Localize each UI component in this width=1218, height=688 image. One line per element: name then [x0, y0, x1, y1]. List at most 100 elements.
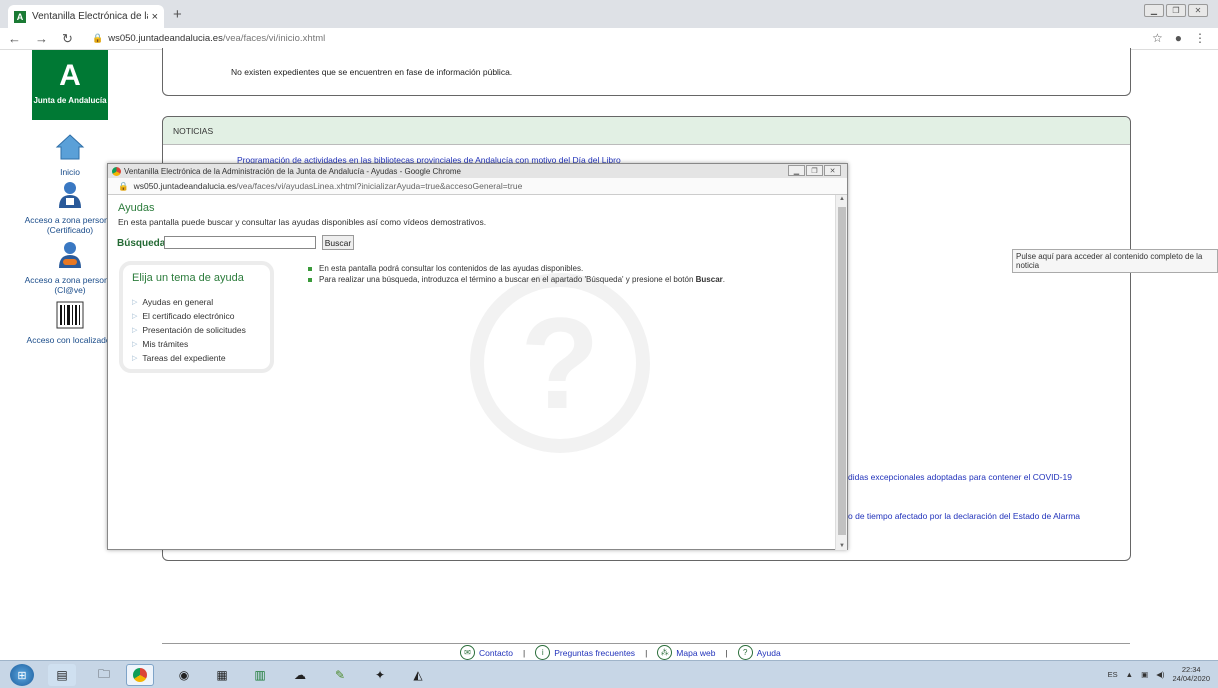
star-icon[interactable]: ☆: [1152, 31, 1163, 45]
help-topics-list: ▷ Ayudas en general ▷ El certificado elect…: [132, 295, 246, 365]
language-indicator[interactable]: ES: [1108, 670, 1118, 679]
forward-icon[interactable]: →: [35, 31, 48, 47]
triangle-right-icon: ▷: [132, 299, 138, 306]
footer-contacto[interactable]: ✉ Contacto: [460, 645, 513, 660]
scrollbar-thumb[interactable]: [838, 207, 846, 535]
taskbar-folder-icon[interactable]: 🗀: [90, 664, 118, 686]
topic-label: Tareas del expediente: [142, 353, 226, 363]
question-icon: ?: [737, 645, 753, 660]
list-item[interactable]: ▷ El certificado electrónico: [132, 309, 246, 323]
new-tab-button[interactable]: +: [173, 6, 182, 23]
taskbar-writer-icon[interactable]: ▦: [208, 664, 236, 686]
instruction-bold: Buscar: [695, 275, 723, 284]
instruction-end: .: [722, 275, 725, 284]
news-link-3[interactable]: o de tiempo afectado por la declaración …: [848, 511, 1080, 521]
footer-link-label: Mapa web: [676, 647, 716, 658]
sidebar-item-label: Acceso a zona personal (Certificado): [24, 215, 116, 235]
sidebar-item-certificado[interactable]: Acceso a zona personal (Certificado): [22, 180, 118, 235]
list-item[interactable]: ▷ Ayudas en general: [132, 295, 246, 309]
public-info-panel: No existen expedientes que se encuentren…: [162, 48, 1131, 96]
user-certificate-icon: [59, 182, 81, 208]
account-icon[interactable]: ●: [1175, 31, 1182, 45]
popup-url-path: /vea/faces/vi/ayudasLinea.xhtml?iniciali…: [236, 181, 523, 191]
bullet-icon: [308, 266, 312, 271]
popup-url-host: ws050.juntadeandalucia.es: [133, 181, 237, 191]
news-link-2[interactable]: didas excepcionales adoptadas para conte…: [848, 472, 1072, 482]
restore-icon[interactable]: ❐: [1166, 4, 1186, 17]
sitemap-icon: ⁂: [657, 645, 673, 660]
topic-label: Presentación de solicitudes: [142, 325, 246, 335]
clock[interactable]: 22:34 24/04/2020: [1172, 665, 1210, 683]
close-window-icon[interactable]: ✕: [824, 165, 841, 176]
instruction-text: En esta pantalla podrá consultar los con…: [319, 264, 584, 273]
popup-url-bar: 🔒 ws050.juntadeandalucia.es/vea/faces/vi…: [108, 178, 847, 195]
sidebar-item-clave[interactable]: Acceso a zona personal (Cl@ve): [22, 240, 118, 295]
lock-icon: 🔒: [92, 33, 104, 43]
topic-label: El certificado electrónico: [142, 311, 235, 321]
minimize-icon[interactable]: ▁: [788, 165, 805, 176]
taskbar-explorer-icon[interactable]: ▤: [48, 664, 76, 686]
taskbar-network-icon[interactable]: ☁: [286, 664, 314, 686]
tray-volume-icon[interactable]: ◀): [1156, 670, 1164, 679]
menu-icon[interactable]: ⋮: [1194, 31, 1206, 45]
chrome-icon: [112, 166, 121, 176]
reload-icon[interactable]: ↻: [62, 31, 73, 47]
close-window-icon[interactable]: ✕: [1188, 4, 1208, 17]
instruction-text: Para realizar una búsqueda, introduzca e…: [319, 275, 696, 284]
url-path: /vea/faces/vi/inicio.xhtml: [222, 33, 326, 44]
list-item[interactable]: ▷ Mis trámites: [132, 337, 246, 351]
browser-tab[interactable]: A Ventanilla Electrónica de la Adm ×: [8, 5, 164, 28]
list-item[interactable]: ▷ Tareas del expediente: [132, 351, 246, 365]
footer-link-label: Contacto: [479, 647, 514, 658]
tray-arrow-icon[interactable]: ▲: [1126, 670, 1133, 679]
footer-link-label: Ayuda: [756, 647, 781, 658]
clock-date: 24/04/2020: [1172, 674, 1210, 683]
logo-name: Junta de Andalucía: [33, 96, 107, 105]
back-icon[interactable]: ←: [8, 31, 21, 47]
footer-ayuda[interactable]: ? Ayuda: [737, 645, 781, 660]
junta-favicon: A: [14, 10, 26, 23]
separator: |: [645, 647, 648, 658]
popup-scrollbar[interactable]: ▲ ▼: [835, 195, 847, 550]
footer-divider: [162, 643, 1130, 644]
restore-icon[interactable]: ❐: [806, 165, 823, 176]
tray-network-icon[interactable]: ▣: [1141, 670, 1148, 679]
scroll-down-icon[interactable]: ▼: [839, 543, 845, 549]
clock-time: 22:34: [1181, 665, 1201, 674]
taskbar-calc-icon[interactable]: ▥: [246, 664, 274, 686]
url-field[interactable]: 🔒 ws050.juntadeandalucia.es/vea/faces/vi…: [92, 33, 325, 44]
triangle-right-icon: ▷: [132, 327, 138, 334]
list-item[interactable]: ▷ Presentación de solicitudes: [132, 323, 246, 337]
popup-window-controls: ▁ ❐ ✕: [788, 165, 841, 176]
footer-preguntas[interactable]: i Preguntas frecuentes: [535, 645, 635, 660]
topic-label: Mis trámites: [142, 339, 189, 349]
sidebar-item-localizador[interactable]: Acceso con localizador: [22, 300, 118, 345]
footer-mapa[interactable]: ⁂ Mapa web: [657, 645, 716, 660]
list-item: En esta pantalla podrá consultar los con…: [308, 263, 725, 274]
system-tray: ES ▲ ▣ ◀) 22:34 24/04/2020: [1108, 665, 1210, 683]
taskbar-chrome-icon[interactable]: [126, 664, 154, 686]
sidebar-item-inicio[interactable]: Inicio: [22, 132, 118, 177]
taskbar-tool-icon[interactable]: ✎: [326, 664, 354, 686]
scroll-up-icon[interactable]: ▲: [839, 196, 845, 202]
help-topics-title: Elija un tema de ayuda: [132, 272, 244, 284]
ayudas-heading: Ayudas: [118, 202, 155, 214]
taskbar-compass-icon[interactable]: ✦: [366, 664, 394, 686]
notices-header: NOTICIAS: [163, 117, 1130, 145]
lock-icon: 🔒: [118, 180, 129, 191]
taskbar-app-icon[interactable]: ◉: [170, 664, 198, 686]
search-button[interactable]: Buscar: [322, 235, 354, 250]
footer-links: ✉ Contacto | i Preguntas frecuentes | ⁂ Map…: [460, 645, 781, 660]
barcode-icon: [56, 301, 84, 329]
close-tab-icon[interactable]: ×: [152, 11, 158, 23]
sidebar: A Junta de Andalucía Inicio Acceso a zon…: [25, 50, 115, 650]
nav-buttons: ← → ↻: [0, 31, 90, 47]
minimize-icon[interactable]: ▁: [1144, 4, 1164, 17]
search-label: Búsqueda: [117, 238, 166, 249]
junta-logo[interactable]: A Junta de Andalucía: [32, 50, 108, 120]
ayudas-description: En esta pantalla puede buscar y consulta…: [118, 217, 487, 227]
start-button[interactable]: ⊞: [10, 664, 34, 686]
help-instructions: En esta pantalla podrá consultar los con…: [308, 263, 725, 285]
taskbar-gimp-icon[interactable]: ◭: [404, 664, 432, 686]
search-input[interactable]: [164, 236, 316, 249]
